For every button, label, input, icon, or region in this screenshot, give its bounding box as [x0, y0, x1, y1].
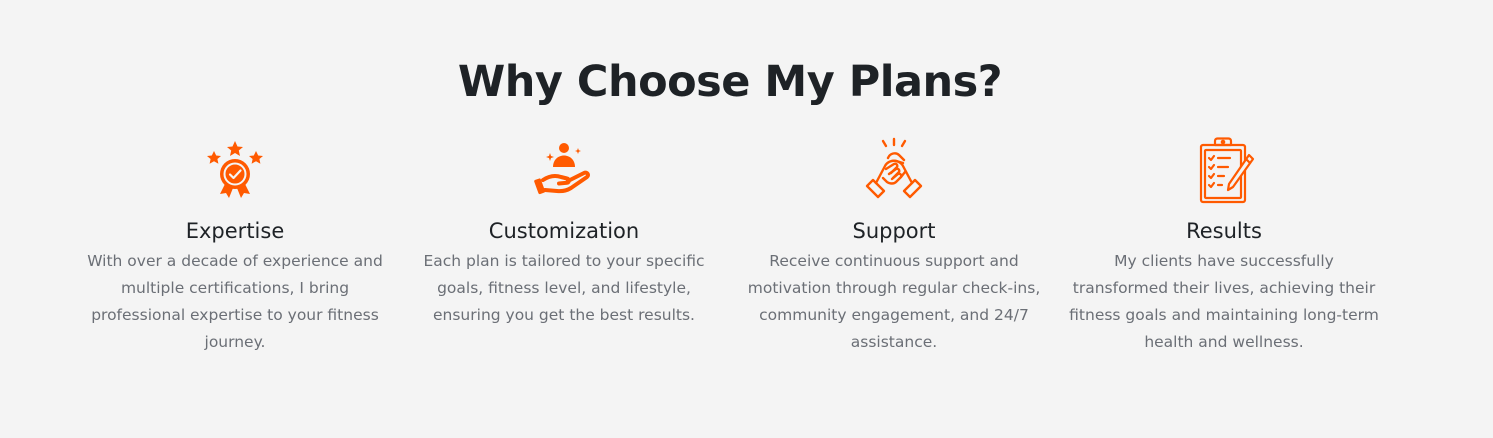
features-grid: Expertise With over a decade of experien… — [70, 136, 1390, 376]
feature-description: My clients have successfully transformed… — [1069, 252, 1379, 351]
feature-title: Support — [852, 219, 936, 243]
feature-title: Expertise — [185, 219, 285, 243]
feature-title: Customization — [488, 219, 640, 243]
hand-offering-person-icon — [529, 136, 599, 206]
feature-description: Each plan is tailored to your specific g… — [423, 252, 705, 324]
feature-expertise: Expertise With over a decade of experien… — [70, 136, 400, 356]
clipboard-checklist-pencil-icon — [1189, 136, 1259, 206]
feature-description: With over a decade of experience and mul… — [87, 252, 383, 351]
why-choose-section: Why Choose My Plans? Expertise With over… — [0, 0, 1493, 438]
feature-description: Receive continuous support and motivatio… — [747, 252, 1041, 351]
feature-support: Support Receive continuous support and m… — [729, 136, 1059, 356]
handshake-clasp-icon — [859, 136, 929, 206]
feature-title: Results — [1186, 219, 1262, 243]
award-medal-stars-icon — [200, 136, 270, 206]
feature-results: Results My clients have successfully tra… — [1059, 136, 1389, 356]
section-heading: Why Choose My Plans? — [457, 57, 1003, 107]
feature-customization: Customization Each plan is tailored to y… — [399, 136, 729, 329]
